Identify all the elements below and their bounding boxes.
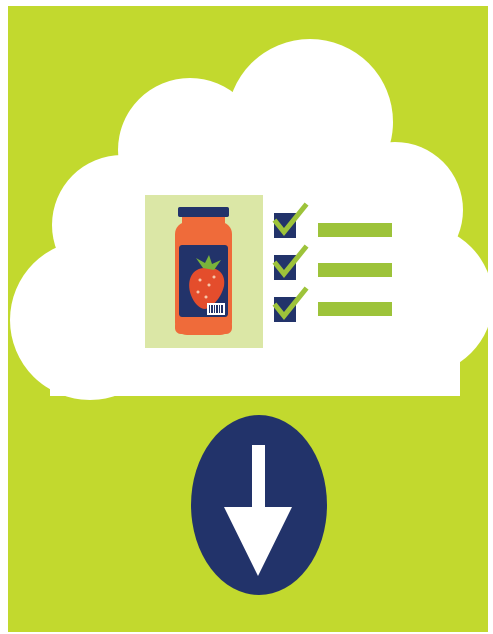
barcode-icon (207, 303, 225, 315)
checklist-icon (272, 202, 392, 322)
checklist-line (318, 302, 392, 316)
checklist-line (318, 223, 392, 237)
illustration-canvas (8, 6, 493, 632)
checklist-line (318, 263, 392, 277)
download-illustration (0, 0, 493, 634)
download-arrow-icon[interactable] (191, 415, 327, 595)
